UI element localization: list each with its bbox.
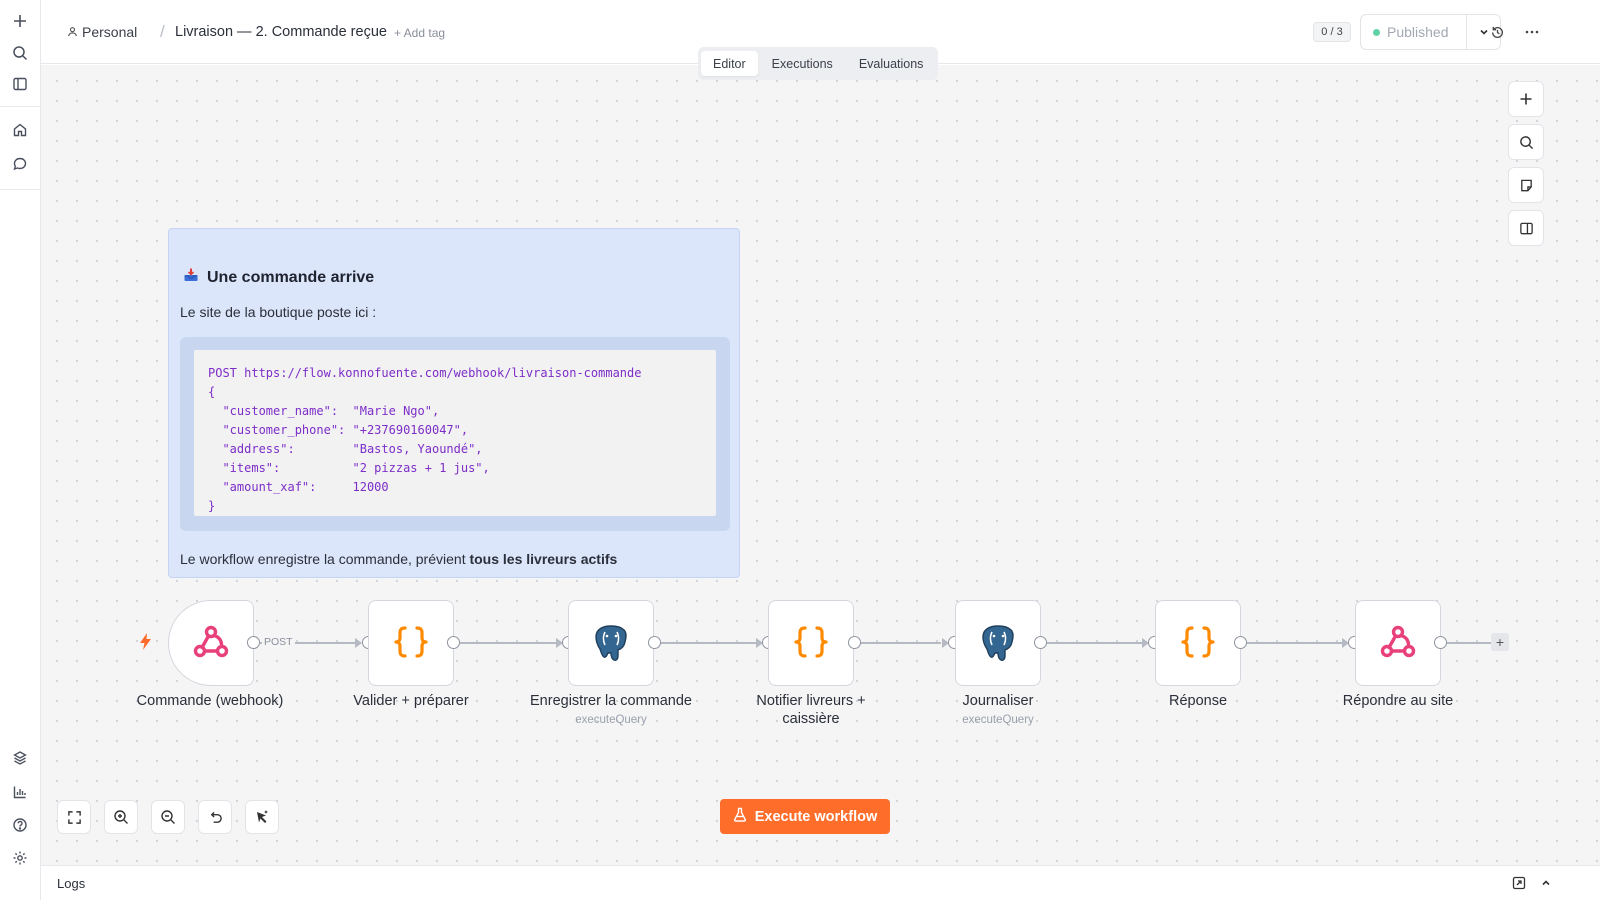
logs-label: Logs — [57, 876, 86, 891]
code-braces-icon — [391, 622, 431, 665]
left-sidebar — [0, 0, 41, 900]
add-sticky-note-button[interactable] — [1508, 167, 1544, 203]
tab-evaluations[interactable]: Evaluations — [847, 51, 936, 76]
tidy-up-button[interactable] — [245, 800, 279, 834]
postgres-icon — [978, 622, 1018, 665]
breadcrumb-separator: / — [160, 22, 165, 41]
add-tag-button[interactable]: + Add tag — [394, 26, 445, 40]
search-icon[interactable] — [8, 41, 32, 65]
zoom-in-button[interactable] — [104, 800, 138, 834]
output-port[interactable] — [1434, 636, 1447, 649]
node-label: Réponse — [1168, 693, 1228, 709]
sticky-title: Une commande arrive — [183, 267, 374, 288]
connection[interactable] — [1247, 642, 1347, 644]
node-notifier-livreurs[interactable] — [768, 600, 854, 686]
chat-icon[interactable] — [8, 152, 32, 176]
add-node-button[interactable] — [1508, 81, 1544, 117]
connection-arrow — [355, 638, 362, 648]
flask-icon — [733, 807, 747, 826]
node-valider-preparer[interactable] — [368, 600, 454, 686]
sticky-outro-text: Le workflow enregistre la commande, prév… — [180, 551, 617, 567]
insights-icon[interactable] — [8, 780, 32, 804]
webhook-icon — [1378, 622, 1418, 665]
add-icon[interactable] — [8, 9, 32, 33]
connection — [1447, 642, 1491, 644]
webhook-icon — [191, 622, 231, 665]
more-options-icon[interactable] — [1522, 22, 1542, 42]
add-next-node-plus-icon[interactable]: + — [1491, 633, 1509, 651]
code-braces-icon — [791, 622, 831, 665]
publish-button[interactable]: Published — [1361, 15, 1467, 49]
code-braces-icon — [1178, 622, 1218, 665]
sticky-outro-bold: tous les livreurs actifs — [469, 551, 618, 567]
inbox-tray-icon — [183, 267, 199, 288]
user-icon — [67, 24, 78, 40]
node-repondre-au-site[interactable] — [1355, 600, 1441, 686]
breadcrumb-project[interactable]: Personal — [67, 24, 137, 40]
toggle-panel-button[interactable] — [1508, 210, 1544, 246]
tab-editor[interactable]: Editor — [701, 51, 758, 76]
node-journaliser[interactable] — [955, 600, 1041, 686]
postgres-icon — [591, 622, 631, 665]
node-subtitle: executeQuery — [575, 714, 647, 726]
fit-view-button[interactable] — [57, 800, 91, 834]
undo-button[interactable] — [198, 800, 232, 834]
node-subtitle: executeQuery — [962, 714, 1034, 726]
sticky-note[interactable]: Une commande arrive Le site de la boutiq… — [168, 228, 740, 578]
logs-panel-bar[interactable]: Logs — [41, 865, 1600, 900]
home-icon[interactable] — [8, 118, 32, 142]
view-tabs: Editor Executions Evaluations — [698, 47, 939, 80]
output-port[interactable] — [1034, 636, 1047, 649]
output-port[interactable] — [447, 636, 460, 649]
history-icon[interactable] — [1487, 22, 1507, 42]
code-content: POST https://flow.konnofuente.com/webhoo… — [194, 350, 716, 516]
node-label: Commande (webhook) — [136, 693, 284, 709]
trigger-bolt-icon — [139, 633, 152, 653]
workflow-title[interactable]: Livraison — 2. Commande reçue — [175, 24, 387, 40]
connection[interactable] — [861, 642, 941, 644]
breadcrumb-project-label: Personal — [82, 24, 138, 40]
open-logs-window-icon[interactable] — [1511, 875, 1527, 891]
sidebar-toggle-icon[interactable] — [8, 72, 32, 96]
node-reponse[interactable] — [1155, 600, 1241, 686]
node-label: Répondre au site — [1342, 693, 1454, 709]
tab-executions[interactable]: Executions — [760, 51, 845, 76]
sticky-outro-prefix: Le workflow enregistre la commande, prév… — [180, 551, 470, 567]
settings-gear-icon[interactable] — [8, 846, 32, 870]
sticky-intro-text: Le site de la boutique poste ici : — [180, 304, 377, 320]
edge-label-post: POST — [262, 636, 295, 648]
node-commande-webhook[interactable] — [168, 600, 254, 686]
connection[interactable] — [661, 642, 761, 644]
code-block: POST https://flow.konnofuente.com/webhoo… — [180, 337, 730, 531]
node-label: Notifier livreurs + caissière — [756, 693, 866, 727]
execute-workflow-label: Execute workflow — [754, 808, 878, 825]
node-label: Enregistrer la commande — [530, 693, 692, 709]
connection[interactable] — [1047, 642, 1147, 644]
sticky-title-text: Une commande arrive — [207, 268, 375, 286]
tests-counter-badge: 0 / 3 — [1313, 22, 1351, 42]
published-status-dot — [1373, 28, 1380, 36]
output-port[interactable] — [648, 636, 661, 649]
templates-icon[interactable] — [8, 746, 32, 770]
publish-control: Published — [1360, 14, 1501, 50]
help-icon[interactable] — [8, 813, 32, 837]
execute-workflow-button[interactable]: Execute workflow — [720, 799, 890, 834]
node-label: Journaliser — [962, 693, 1034, 709]
search-nodes-button[interactable] — [1508, 124, 1544, 160]
output-port[interactable] — [247, 636, 260, 649]
connection[interactable] — [460, 642, 561, 644]
node-label: Valider + préparer — [353, 693, 469, 709]
output-port[interactable] — [1234, 636, 1247, 649]
output-port[interactable] — [848, 636, 861, 649]
publish-label: Published — [1387, 24, 1449, 40]
node-enregistrer-commande[interactable] — [568, 600, 654, 686]
chevron-up-icon[interactable] — [1538, 875, 1554, 891]
zoom-out-button[interactable] — [151, 800, 185, 834]
